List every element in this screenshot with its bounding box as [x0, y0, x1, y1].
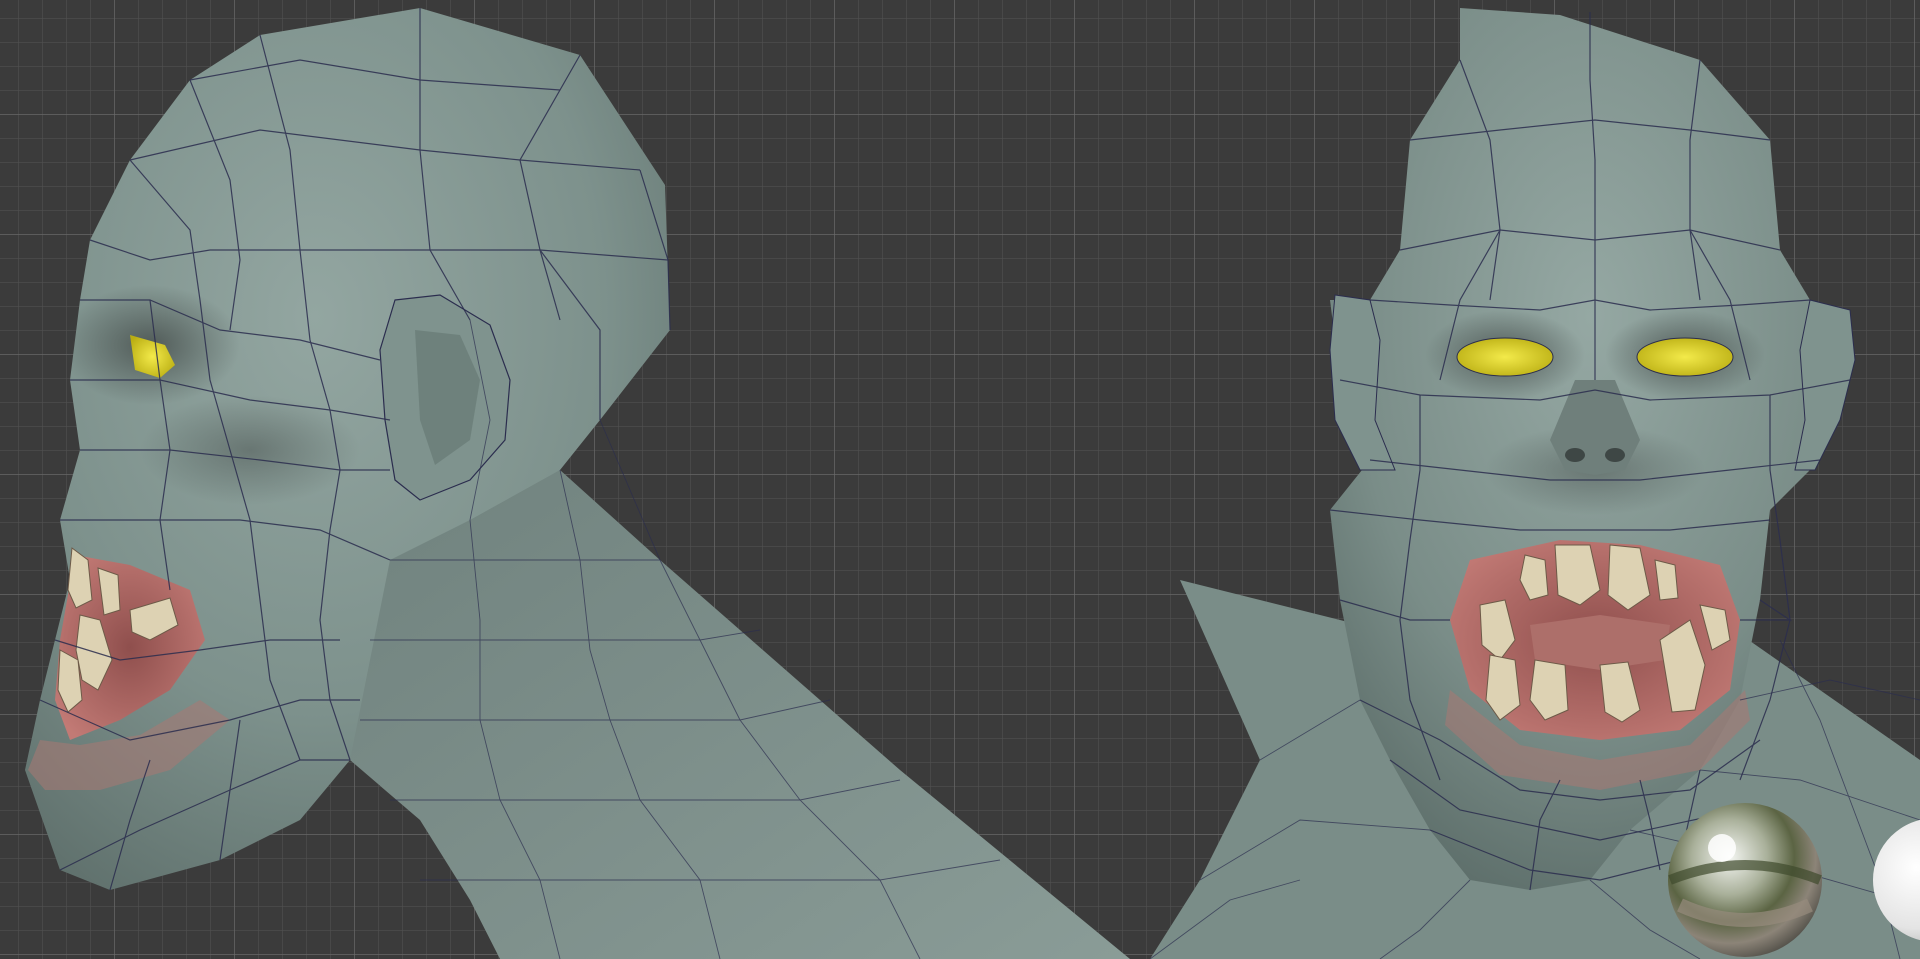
- front-eye-left: [1456, 337, 1554, 377]
- front-view-model[interactable]: [1149, 8, 1920, 959]
- side-view-model[interactable]: [25, 8, 1130, 959]
- hdri-sphere-icon[interactable]: [1668, 803, 1822, 957]
- scene-render: [25, 8, 1920, 959]
- 3d-viewport[interactable]: [0, 0, 1920, 959]
- front-eye-right: [1636, 337, 1734, 377]
